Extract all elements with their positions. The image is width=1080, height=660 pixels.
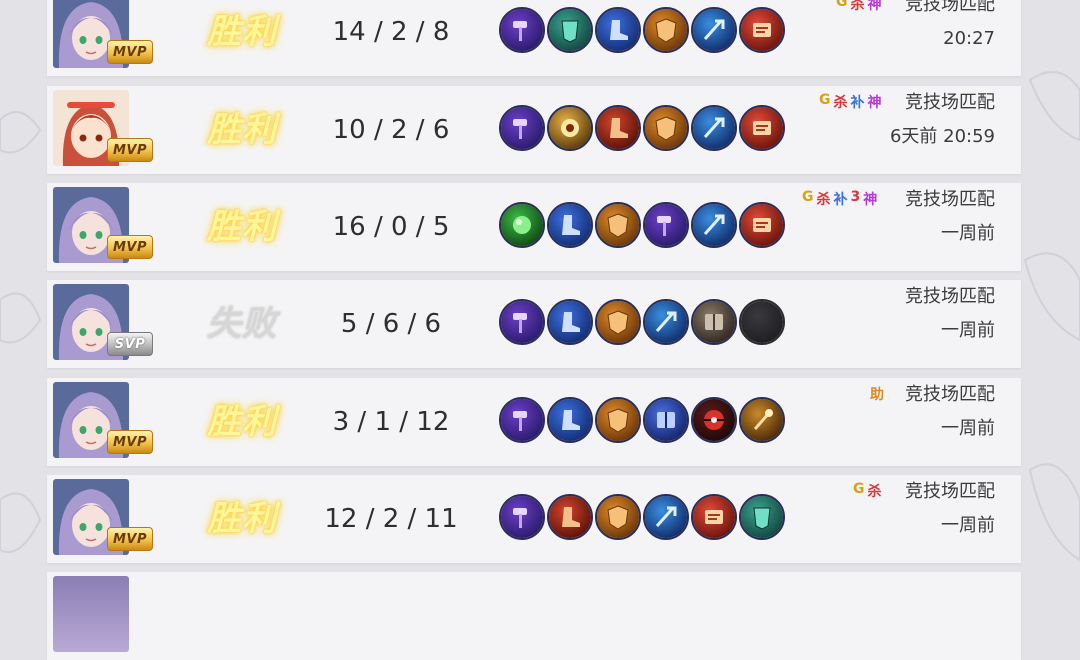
achievement-tag: 杀 xyxy=(867,484,882,500)
orange-shield-icon xyxy=(595,299,641,345)
red-scroll-icon xyxy=(739,105,785,151)
green-orb-icon xyxy=(499,202,545,248)
achievement-tag: G xyxy=(836,0,848,10)
match-time: 一周前 xyxy=(941,320,995,341)
achievement-tag: 3 xyxy=(850,189,861,205)
achievement-tags: 助 xyxy=(870,384,884,404)
blue-spear-icon xyxy=(691,7,737,53)
orange-shield-icon xyxy=(595,397,641,443)
kda-score: 10 / 2 / 6 xyxy=(332,115,450,145)
match-time: 一周前 xyxy=(941,418,995,439)
red-scroll-icon xyxy=(739,202,785,248)
achievement-tag: 补 xyxy=(850,95,865,111)
kda-score: 14 / 2 / 8 xyxy=(332,17,450,47)
achievement-tag: 杀 xyxy=(816,192,831,208)
game-mode: 竞技场匹配 xyxy=(905,92,995,113)
purple-hammer-icon xyxy=(499,397,545,443)
match-time: 6天前 20:59 xyxy=(889,126,995,147)
achievement-tag: 杀 xyxy=(850,0,865,13)
game-mode: 竞技场匹配 xyxy=(905,189,995,210)
performance-badge: SVP xyxy=(107,332,153,356)
match-time: 20:27 xyxy=(943,28,995,49)
achievement-tags: G杀 xyxy=(853,481,882,501)
red-scroll-icon xyxy=(739,7,785,53)
achievement-tag: 补 xyxy=(833,192,848,208)
match-row-partial[interactable] xyxy=(47,572,1021,660)
blue-boots-icon xyxy=(547,202,593,248)
stone-book-icon xyxy=(691,299,737,345)
achievement-tags: G杀补3神 xyxy=(802,189,877,209)
kda-score: 12 / 2 / 11 xyxy=(324,504,458,534)
achievement-tag: 神 xyxy=(867,0,882,13)
match-row[interactable]: SVP 失败 5 / 6 / 6 竞技场匹配 一周前 xyxy=(47,280,1021,368)
blue-spear-icon xyxy=(643,494,689,540)
achievement-tag: G xyxy=(802,189,814,205)
match-row[interactable]: MVP 胜利 12 / 2 / 11 G杀 竞技场匹配 一周前 xyxy=(47,475,1021,563)
performance-badge: MVP xyxy=(107,235,153,259)
teal-armor-icon xyxy=(739,494,785,540)
orange-shield-icon xyxy=(643,105,689,151)
kda-score: 3 / 1 / 12 xyxy=(332,407,450,437)
teal-armor-icon xyxy=(547,7,593,53)
achievement-tag: G xyxy=(853,481,865,497)
blue-boots-icon xyxy=(547,299,593,345)
kda-score: 16 / 0 / 5 xyxy=(332,212,450,242)
orange-shield-icon xyxy=(595,494,641,540)
purple-hammer-icon xyxy=(499,494,545,540)
purple-hammer-icon xyxy=(499,7,545,53)
achievement-tag: 神 xyxy=(863,192,878,208)
purple-hammer-icon xyxy=(499,299,545,345)
purple-hammer-icon xyxy=(499,105,545,151)
match-row[interactable]: MVP 胜利 14 / 2 / 8 G杀神 竞技场匹配 20:27 xyxy=(47,0,1021,76)
achievement-tags: G杀神 xyxy=(836,0,882,14)
achievement-tag: 神 xyxy=(867,95,882,111)
match-result: 失败 xyxy=(207,304,277,344)
orange-shield-icon xyxy=(595,202,641,248)
kda-score: 5 / 6 / 6 xyxy=(340,309,442,339)
blue-book-icon xyxy=(643,397,689,443)
game-mode: 竞技场匹配 xyxy=(905,286,995,307)
blue-spear-icon xyxy=(691,105,737,151)
orange-shield-icon xyxy=(643,7,689,53)
performance-badge: MVP xyxy=(107,430,153,454)
match-result: 胜利 xyxy=(207,499,277,539)
match-row[interactable]: MVP 胜利 16 / 0 / 5 G杀补3神 竞技场匹配 一周前 xyxy=(47,183,1021,271)
red-boots-icon xyxy=(547,494,593,540)
game-mode: 竞技场匹配 xyxy=(905,384,995,405)
achievement-tag: 杀 xyxy=(833,95,848,111)
match-row[interactable]: MVP 胜利 10 / 2 / 6 G杀补神 竞技场匹配 6天前 20:59 xyxy=(47,86,1021,174)
red-ball-icon xyxy=(691,397,737,443)
performance-badge: MVP xyxy=(107,138,153,162)
hero-avatar xyxy=(53,576,129,652)
achievement-tags: G杀补神 xyxy=(819,92,882,112)
match-result: 胜利 xyxy=(207,110,277,150)
game-mode: 竞技场匹配 xyxy=(905,481,995,502)
match-result: 胜利 xyxy=(207,207,277,247)
empty-slot-icon xyxy=(739,299,785,345)
blue-spear-icon xyxy=(691,202,737,248)
match-time: 一周前 xyxy=(941,223,995,244)
red-boots-icon xyxy=(595,105,641,151)
blue-spear-icon xyxy=(643,299,689,345)
blue-boots-icon xyxy=(547,397,593,443)
match-result: 胜利 xyxy=(207,402,277,442)
match-time: 一周前 xyxy=(941,515,995,536)
purple-hammer-icon xyxy=(643,202,689,248)
game-mode: 竞技场匹配 xyxy=(905,0,995,15)
performance-badge: MVP xyxy=(107,527,153,551)
match-row[interactable]: MVP 胜利 3 / 1 / 12 助 竞技场匹配 一周前 xyxy=(47,378,1021,466)
gold-eye-icon xyxy=(547,105,593,151)
red-scroll-icon xyxy=(691,494,737,540)
achievement-tag: G xyxy=(819,92,831,108)
blue-boots-icon xyxy=(595,7,641,53)
achievement-tag: 助 xyxy=(870,387,884,403)
gold-staff-icon xyxy=(739,397,785,443)
performance-badge: MVP xyxy=(107,40,153,64)
match-result: 胜利 xyxy=(207,12,277,52)
